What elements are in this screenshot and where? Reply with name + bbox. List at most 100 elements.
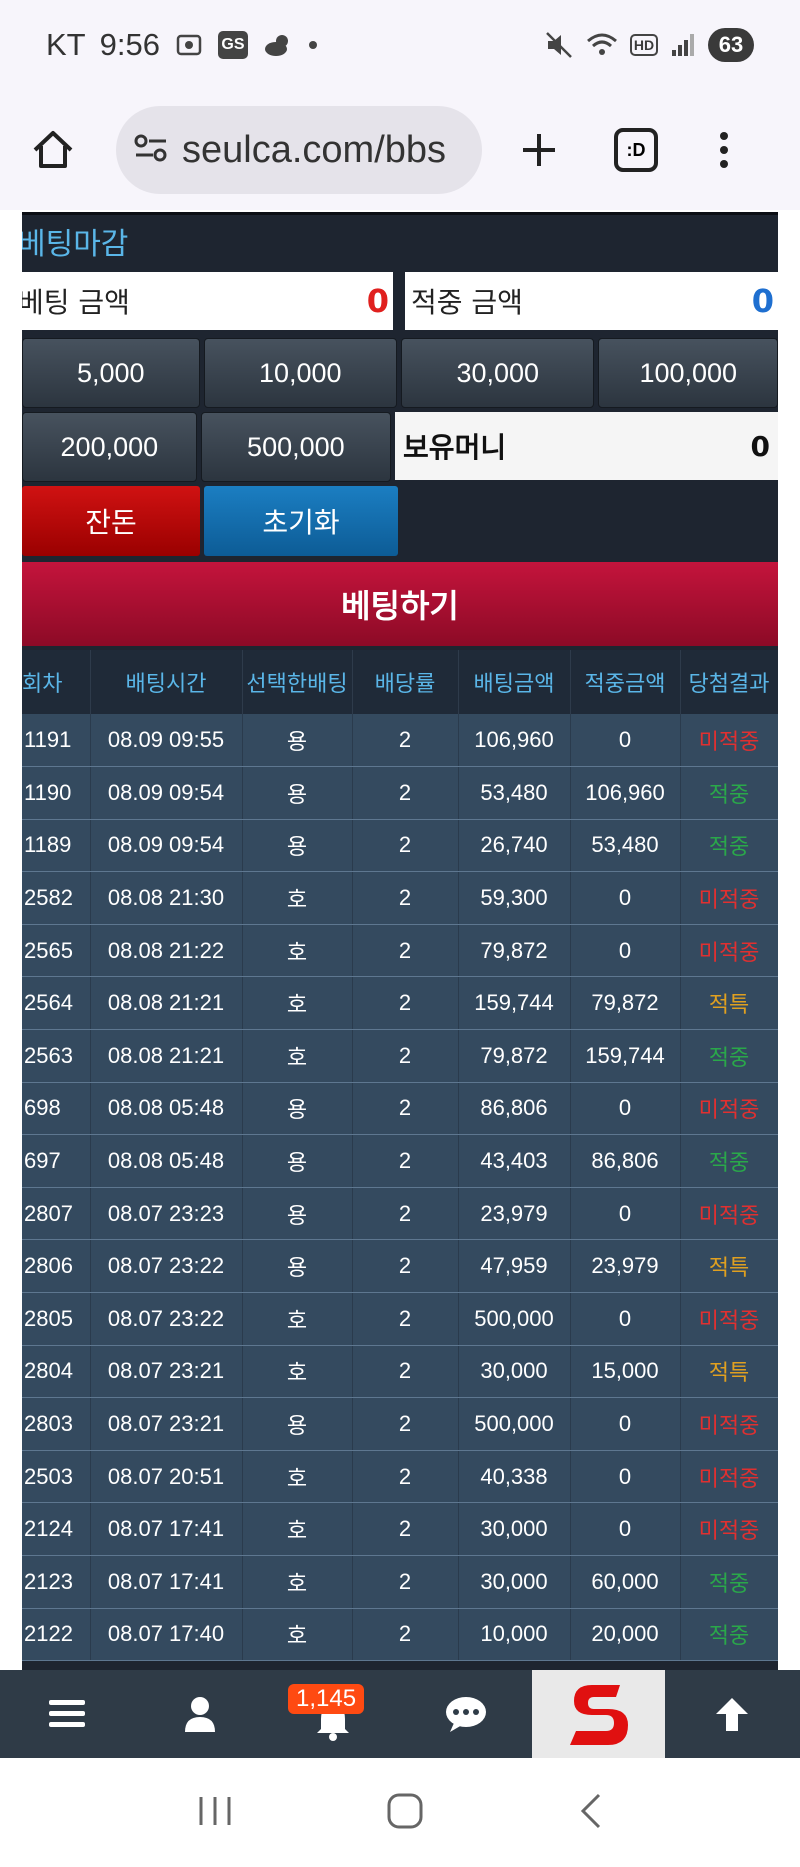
result-cell: 적특 <box>680 1239 778 1294</box>
bet-amount-cell: 47,959 <box>458 1239 571 1294</box>
table-row: 1189 08.09 09:54 용 2 26,740 53,480 적중 <box>22 819 778 873</box>
holding-money-box: 보유머니 0 <box>395 412 778 480</box>
back-button[interactable] <box>575 1791 605 1835</box>
notification-count-badge: 1,145 <box>288 1684 365 1714</box>
col-round: 회차 <box>22 650 91 714</box>
bet-amount-cell: 500,000 <box>458 1397 571 1451</box>
chat-button[interactable] <box>399 1670 532 1758</box>
tab-switcher-button[interactable]: :D <box>614 128 658 172</box>
back-icon <box>580 1793 601 1828</box>
bet-time-cell: 08.07 23:23 <box>90 1187 243 1241</box>
bet-amount-cell: 30,000 <box>458 1555 571 1609</box>
chip-500000[interactable]: 500,000 <box>200 412 392 482</box>
result-cell: 적중 <box>680 1134 778 1188</box>
scroll-top-button[interactable] <box>665 1670 798 1758</box>
new-tab-button[interactable] <box>512 123 566 177</box>
bet-amount-cell: 30,000 <box>458 1502 571 1556</box>
holding-money-value: 0 <box>750 429 770 463</box>
selection-cell: 호 <box>242 1029 353 1083</box>
odds-cell: 2 <box>352 1555 459 1609</box>
chat-icon <box>445 1697 486 1732</box>
bet-amount-cell: 23,979 <box>458 1187 571 1241</box>
win-amount-cell: 0 <box>570 1187 681 1241</box>
result-cell: 미적중 <box>680 924 778 978</box>
result-cell: 미적중 <box>680 1187 778 1241</box>
menu-button[interactable] <box>0 1670 133 1758</box>
selection-cell: 호 <box>242 1608 353 1662</box>
win-amount-cell: 0 <box>570 924 681 978</box>
chip-5000[interactable]: 5,000 <box>22 338 200 408</box>
table-row: 2123 08.07 17:41 호 2 30,000 60,000 적중 <box>22 1555 778 1609</box>
bet-time-cell: 08.08 21:21 <box>90 976 243 1031</box>
bet-time-cell: 08.09 09:55 <box>90 714 243 768</box>
selection-cell: 용 <box>242 1187 353 1241</box>
win-amount-cell: 23,979 <box>570 1239 681 1294</box>
reset-button[interactable]: 초기화 <box>204 486 398 556</box>
bet-time-cell: 08.09 09:54 <box>90 766 243 820</box>
status-bar: KT 9:56 GS HD 63 <box>0 0 800 90</box>
bet-amount-cell: 30,000 <box>458 1345 571 1399</box>
result-cell: 미적중 <box>680 1397 778 1451</box>
site-logo[interactable] <box>532 1670 665 1758</box>
table-row: 2565 08.08 21:22 호 2 79,872 0 미적중 <box>22 924 778 978</box>
battery-indicator: 63 <box>708 28 754 62</box>
win-amount-value: 0 <box>751 282 774 320</box>
result-cell: 적특 <box>680 976 778 1031</box>
win-amount-cell: 159,744 <box>570 1029 681 1083</box>
chip-100000[interactable]: 100,000 <box>598 338 778 408</box>
result-cell: 적중 <box>680 1555 778 1609</box>
result-cell: 미적중 <box>680 1502 778 1556</box>
selection-cell: 용 <box>242 819 353 873</box>
plus-icon <box>523 134 555 166</box>
site-settings-icon[interactable] <box>134 133 168 167</box>
table-row: 2122 08.07 17:40 호 2 10,000 20,000 적중 <box>22 1608 778 1662</box>
odds-cell: 2 <box>352 924 459 978</box>
table-row: 1190 08.09 09:54 용 2 53,480 106,960 적중 <box>22 766 778 820</box>
table-row: 2564 08.08 21:21 호 2 159,744 79,872 적특 <box>22 976 778 1031</box>
result-cell: 적중 <box>680 1608 778 1662</box>
bet-amount-value: 0 <box>366 282 389 320</box>
result-cell: 적중 <box>680 766 778 820</box>
selection-cell: 용 <box>242 766 353 820</box>
bet-amount-cell: 40,338 <box>458 1450 571 1504</box>
amounts-row: 베팅 금액 0 적중 금액 0 <box>22 266 778 332</box>
home-button[interactable] <box>26 123 80 177</box>
round-cell: 2582 <box>22 871 91 925</box>
table-body: 1191 08.09 09:55 용 2 106,960 0 미적중 1190 08.09 09… <box>22 714 778 1662</box>
bet-history-table: 회차 배팅시간 선택한배팅 배당률 배팅금액 적중금액 당첨결과 1191 08.… <box>22 650 778 1662</box>
bet-amount-cell: 86,806 <box>458 1082 571 1136</box>
url-bar[interactable]: seulca.com/bbs <box>116 106 482 194</box>
recents-button[interactable] <box>195 1793 235 1833</box>
bet-amount-cell: 79,872 <box>458 924 571 978</box>
bottom-navigation: 1,145 <box>0 1670 800 1758</box>
notification-button[interactable]: 1,145 <box>266 1670 399 1758</box>
selection-cell: 호 <box>242 1345 353 1399</box>
bet-amount-cell: 159,744 <box>458 976 571 1031</box>
round-cell: 2564 <box>22 976 91 1031</box>
bet-time-cell: 08.07 17:41 <box>90 1502 243 1556</box>
win-amount-cell: 53,480 <box>570 819 681 873</box>
col-odds: 배당률 <box>352 650 459 714</box>
user-button[interactable] <box>133 1670 266 1758</box>
round-cell: 2122 <box>22 1608 91 1662</box>
odds-cell: 2 <box>352 766 459 820</box>
odds-cell: 2 <box>352 819 459 873</box>
balance-button[interactable]: 잔돈 <box>22 486 200 556</box>
s-logo-icon <box>569 1685 628 1745</box>
chip-30000[interactable]: 30,000 <box>401 338 595 408</box>
bet-time-cell: 08.07 23:21 <box>90 1397 243 1451</box>
hd-icon: HD <box>630 34 658 56</box>
user-icon <box>184 1697 215 1732</box>
chip-10000[interactable]: 10,000 <box>203 338 397 408</box>
home-nav-button[interactable] <box>385 1791 425 1835</box>
chip-200000[interactable]: 200,000 <box>22 412 197 482</box>
browser-menu-button[interactable] <box>714 132 734 168</box>
win-amount-cell: 20,000 <box>570 1608 681 1662</box>
result-cell: 적중 <box>680 819 778 873</box>
screenshot-icon <box>174 30 204 60</box>
win-amount-cell: 0 <box>570 1502 681 1556</box>
betting-panel: 베팅마감 베팅 금액 0 적중 금액 0 5,000 10,000 30,000… <box>22 212 778 1670</box>
bet-amount-box: 베팅 금액 0 <box>22 272 393 330</box>
place-bet-button[interactable]: 베팅하기 <box>22 562 778 646</box>
round-cell: 698 <box>22 1082 91 1136</box>
